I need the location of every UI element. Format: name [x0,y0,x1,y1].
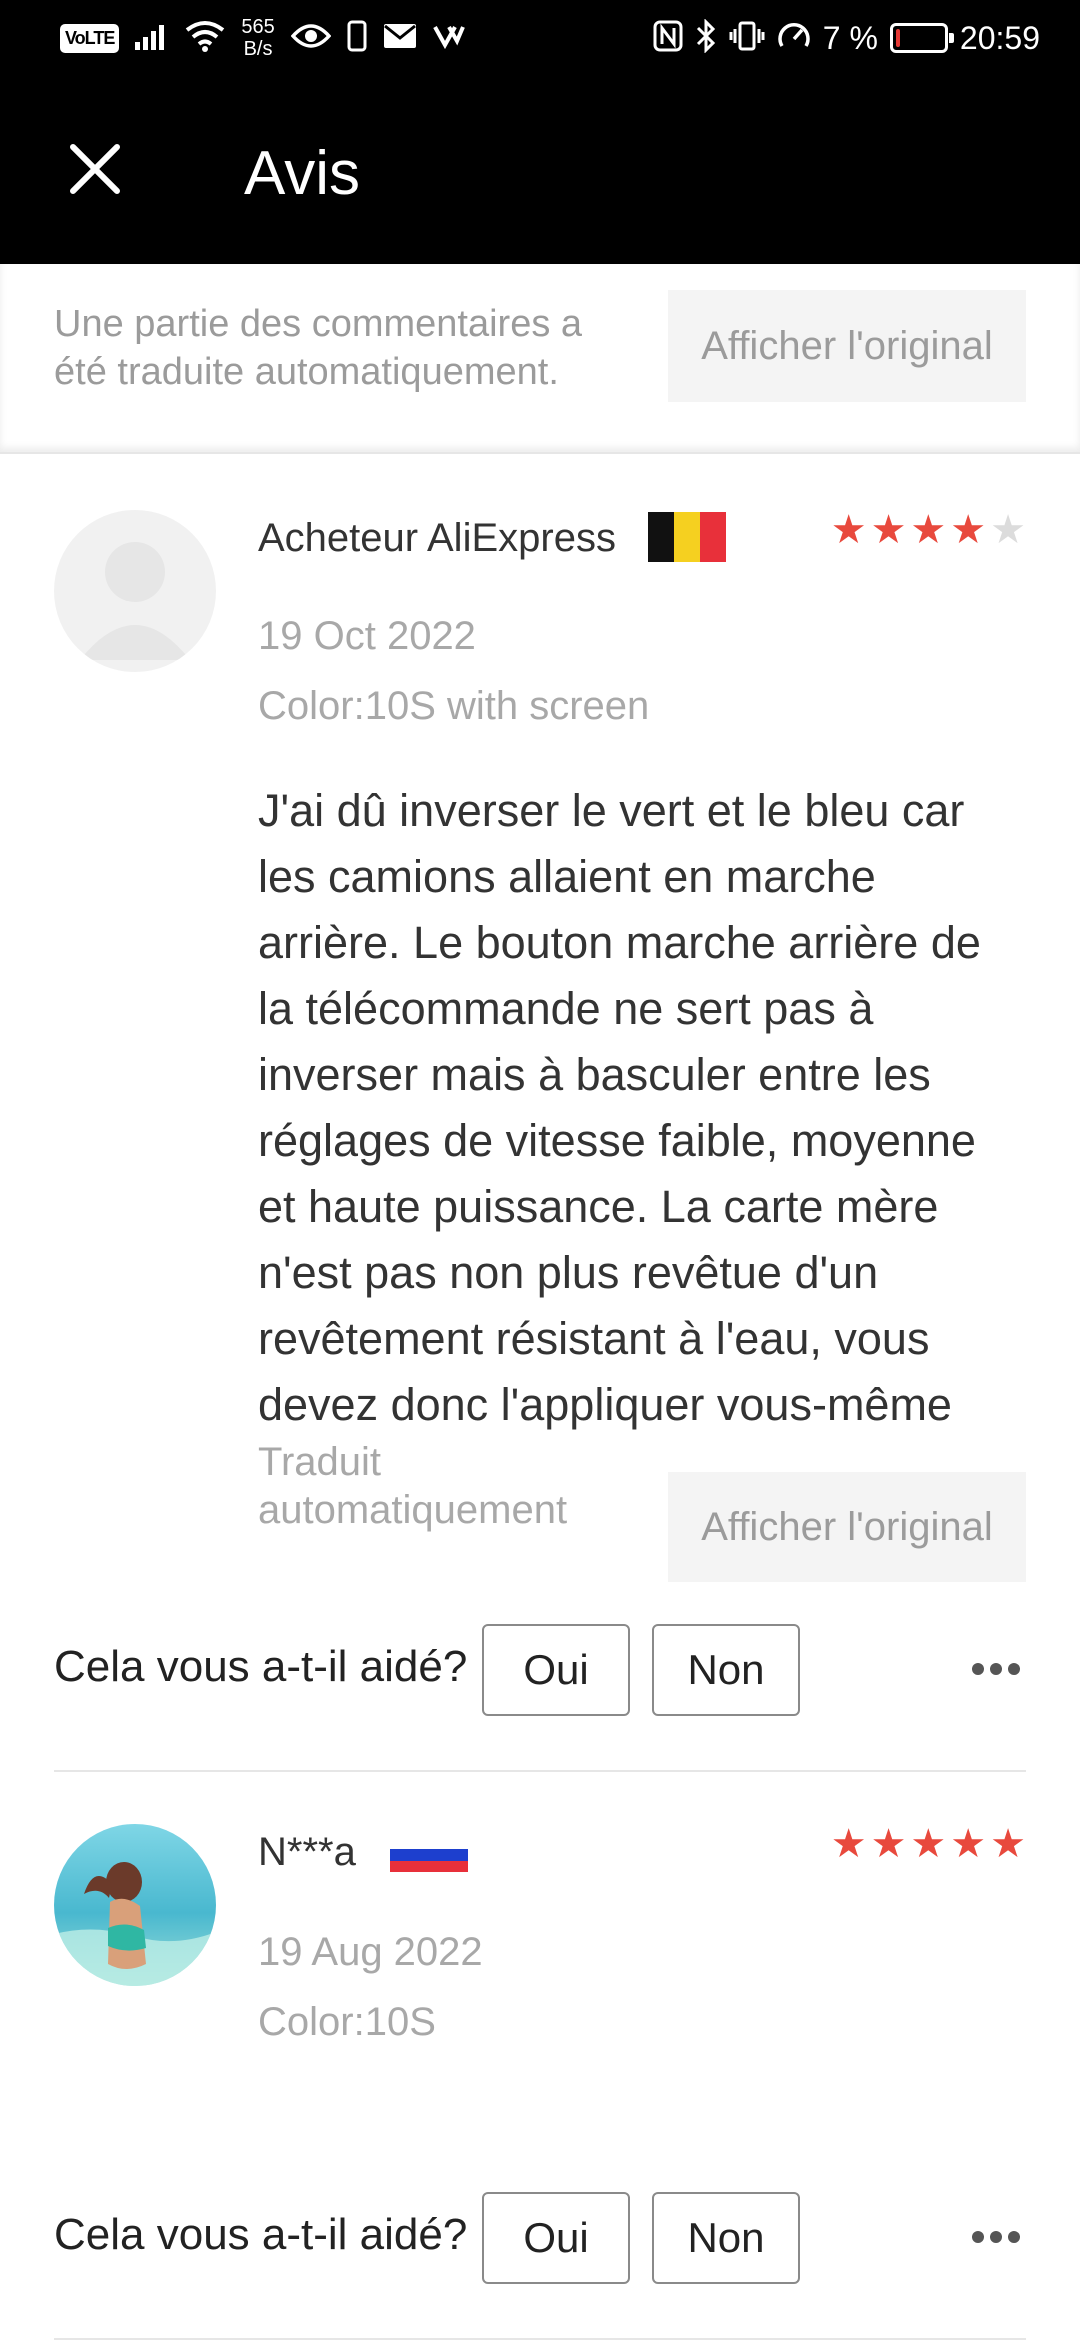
app-notification-icon [432,23,465,54]
speedometer-icon [777,20,811,57]
clock: 20:59 [959,19,1040,56]
nfc-icon [653,20,683,57]
helpful-yes-button[interactable]: Oui [482,2192,630,2284]
star-filled-icon: ★ [870,1822,907,1866]
more-horizontal-icon [972,1663,1020,1675]
battery-level [895,29,900,47]
translation-notice: Une partie des commentaires a été tradui… [54,303,583,393]
mail-icon [383,23,417,54]
status-bar: VoLTE 565 B/s 7 % 20:59 [0,0,1080,76]
star-rating: ★ ★ ★ ★ ★ [831,1824,1026,1864]
helpful-no-button[interactable]: Non [652,2192,800,2284]
star-rating: ★ ★ ★ ★ ★ [831,510,1026,550]
more-horizontal-icon [972,2231,1020,2243]
show-original-button[interactable]: Afficher l'original [668,1472,1026,1582]
network-speed-value: 565 [241,16,275,38]
vibrate-icon [729,20,765,57]
battery-percentage: 7 % [822,19,878,56]
review-card: Acheteur AliExpress ★ ★ ★ ★ ★ 19 Oct 2022 Co… [0,454,1080,1770]
product-variant: Color:10S with screen [258,684,650,728]
review-date: 19 Aug 2022 [258,1930,483,1974]
helpful-question: Cela vous a-t-il aidé? [54,1642,468,1691]
star-filled-icon: ★ [910,508,947,552]
star-filled-icon: ★ [990,1822,1026,1866]
default-avatar-icon [80,542,190,660]
star-filled-icon: ★ [950,508,987,552]
battery-icon [889,23,954,53]
helpful-row: Cela vous a-t-il aidé? Oui Non [54,1624,1026,1716]
avatar [54,1824,216,1986]
app-header: Avis [0,76,1080,264]
reviewer-name: N***a [258,1830,356,1874]
russia-flag-icon [390,1838,468,1872]
reviewer-name: Acheteur AliExpress [258,516,616,560]
helpful-yes-button[interactable]: Oui [482,1624,630,1716]
helpful-no-button[interactable]: Non [652,1624,800,1716]
user-photo-icon [54,1862,216,1986]
review-date: 19 Oct 2022 [258,614,476,658]
bluetooth-icon [695,17,717,58]
wifi-icon [185,20,225,57]
volte-badge: VoLTE [60,23,120,53]
show-original-all-button[interactable]: Afficher l'original [668,290,1026,402]
star-filled-icon: ★ [950,1822,987,1866]
review-card: N***a ★ ★ ★ ★ ★ 19 Aug 2022 Color:10S Cela v… [0,1772,1080,2340]
helpful-question: Cela vous a-t-il aidé? [54,2210,468,2259]
review-text: J'ai dû inverser le vert et le bleu car … [258,785,981,1430]
more-options-button[interactable] [966,2212,1026,2262]
star-empty-icon: ★ [990,508,1026,552]
translated-label: Traduit automatiquement [258,1440,568,1532]
phone-icon [347,20,367,57]
star-filled-icon: ★ [830,1822,867,1866]
star-filled-icon: ★ [870,508,907,552]
belgium-flag-icon [648,512,726,562]
close-icon [70,144,120,194]
more-options-button[interactable] [966,1644,1026,1694]
status-bar-right: 7 % 20:59 [653,14,1040,62]
translation-banner: Une partie des commentaires a été tradui… [0,264,1080,454]
page-title: Avis [244,139,361,208]
star-filled-icon: ★ [910,1822,947,1866]
status-bar-left: VoLTE 565 B/s [60,14,465,62]
network-speed-unit: B/s [243,38,273,60]
helpful-row: Cela vous a-t-il aidé? Oui Non [54,2192,1026,2284]
product-variant: Color:10S [258,2000,436,2044]
close-button[interactable] [60,134,130,204]
network-speed: 565 B/s [241,16,274,60]
eye-icon [290,22,332,55]
star-filled-icon: ★ [830,508,867,552]
avatar [54,510,216,672]
signal-icon [135,22,169,55]
